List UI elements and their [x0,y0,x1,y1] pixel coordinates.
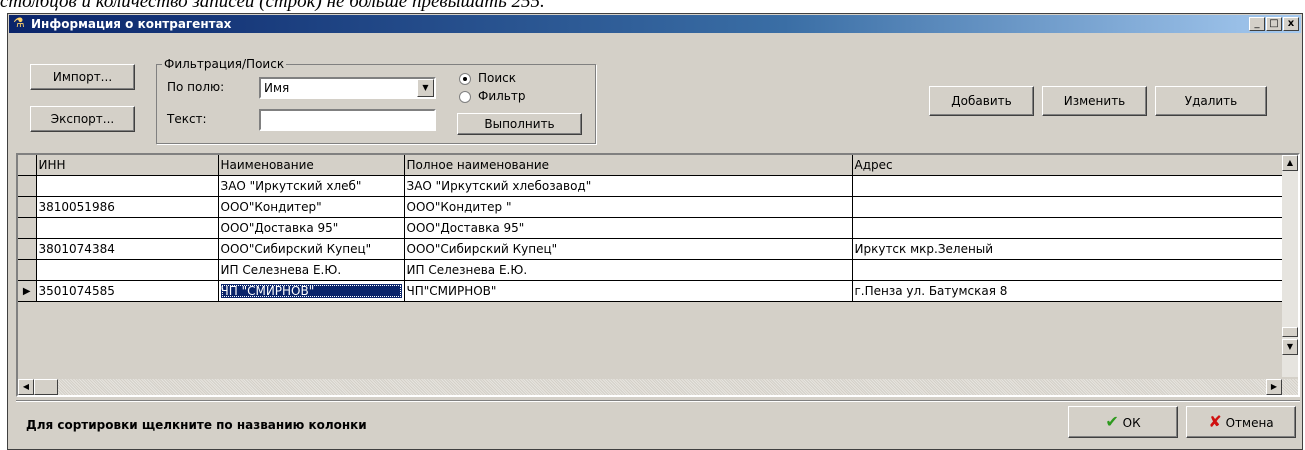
row-indicator[interactable] [18,175,37,197]
cell-address[interactable]: Иркутск мкр.Зеленый [852,238,1285,260]
execute-button[interactable]: Выполнить [457,113,582,135]
text-label: Текст: [167,112,207,126]
horizontal-scroll-thumb[interactable] [34,379,58,395]
export-button[interactable]: Экспорт... [30,106,135,132]
column-header-inn[interactable]: ИНН [36,155,219,176]
cell-full-name[interactable]: ООО"Сибирский Купец" [404,238,853,260]
scroll-up-icon[interactable]: ▲ [1282,155,1298,171]
table-row-current[interactable]: ▶ 3501074585 ЧП "СМИРНОВ" ЧП"СМИРНОВ" г.… [18,280,1285,302]
header-row: ИНН Наименование Полное наименование Адр… [18,155,1285,176]
cancel-label: Отмена [1225,416,1274,430]
cell-address[interactable] [852,196,1285,218]
filter-search-group: Фильтрация/Поиск По полю: Имя ▼ Текст: П… [156,56,596,144]
table-row[interactable]: 3810051986 ООО"Кондитер" ООО"Кондитер " [18,196,1285,218]
filter-mode-radio[interactable] [459,91,471,103]
filter-group-label: Фильтрация/Поиск [162,56,287,72]
cell-inn[interactable]: 3501074585 [36,280,219,302]
add-button[interactable]: Добавить [929,86,1034,116]
cell-inn[interactable] [36,217,219,239]
cell-name[interactable]: ООО"Сибирский Купец" [218,238,405,260]
cross-icon: ✘ [1208,412,1222,431]
cancel-button[interactable]: ✘ Отмена [1186,406,1296,438]
delete-button[interactable]: Удалить [1155,86,1267,116]
vertical-scrollbar[interactable]: ▲ ▼ [1282,155,1298,377]
cell-address[interactable] [852,259,1285,281]
cell-name[interactable]: ООО"Кондитер" [218,196,405,218]
radio-selected-dot [463,77,467,81]
scroll-right-icon[interactable]: ▶ [1266,379,1282,395]
row-indicator[interactable] [18,238,37,260]
cell-name[interactable]: ЗАО "Иркутский хлеб" [218,175,405,197]
row-indicator[interactable] [18,217,37,239]
close-button[interactable]: x [1283,17,1299,31]
search-text-input[interactable] [259,109,436,131]
table-row[interactable]: ООО"Доставка 95" ООО"Доставка 95" [18,217,1285,239]
cell-inn[interactable]: 3801074384 [36,238,219,260]
footer-divider [16,400,1300,401]
scroll-thumb[interactable] [1282,327,1298,337]
horizontal-scrollbar[interactable]: ◀ ▶ [18,379,1298,395]
checkmark-icon: ✔ [1105,412,1119,431]
contractors-grid[interactable]: ИНН Наименование Полное наименование Адр… [16,153,1300,397]
cell-full-name[interactable]: ИП Селезнева Е.Ю. [404,259,853,281]
cell-address[interactable] [852,175,1285,197]
cell-inn[interactable]: 3810051986 [36,196,219,218]
field-select[interactable]: Имя ▼ [259,77,436,99]
table-row[interactable]: ИП Селезнева Е.Ю. ИП Селезнева Е.Ю. [18,259,1285,281]
cell-name[interactable]: ООО"Доставка 95" [218,217,405,239]
sort-hint-text: Для сортировки щелкните по названию коло… [26,418,367,432]
window-title: Информация о контрагентах [31,17,232,31]
row-indicator[interactable] [18,196,37,218]
column-header-address[interactable]: Адрес [852,155,1285,176]
header-indicator [18,155,37,176]
cell-full-name[interactable]: ЧП"СМИРНОВ" [404,280,853,302]
grid-table: ИНН Наименование Полное наименование Адр… [18,155,1285,302]
cell-inn[interactable] [36,259,219,281]
selected-cell-text: ЧП "СМИРНОВ" [220,284,402,298]
maximize-button[interactable]: □ [1266,17,1282,31]
cell-full-name[interactable]: ООО"Кондитер " [404,196,853,218]
edit-button[interactable]: Изменить [1042,86,1147,116]
app-icon: ⚗ [13,16,25,31]
contractors-dialog: ⚗ Информация о контрагентах _ □ x Импорт… [7,13,1303,450]
cell-name[interactable]: ИП Селезнева Е.Ю. [218,259,405,281]
cell-full-name[interactable]: ООО"Доставка 95" [404,217,853,239]
minimize-button[interactable]: _ [1249,17,1265,31]
cell-full-name[interactable]: ЗАО "Иркутский хлебозавод" [404,175,853,197]
table-row[interactable]: 3801074384 ООО"Сибирский Купец" ООО"Сиби… [18,238,1285,260]
field-label: По полю: [167,80,225,94]
row-indicator[interactable] [18,259,37,281]
field-select-value: Имя [264,81,290,95]
cell-address[interactable] [852,217,1285,239]
cell-address[interactable]: г.Пенза ул. Батумская 8 [852,280,1285,302]
scroll-down-icon[interactable]: ▼ [1282,339,1298,355]
search-mode-radio[interactable] [459,73,471,85]
table-row[interactable]: ЗАО "Иркутский хлеб" ЗАО "Иркутский хлеб… [18,175,1285,197]
page-caption-text: столбцов и количество записей (строк) не… [0,0,545,12]
import-button[interactable]: Импорт... [30,64,135,90]
current-row-arrow-icon[interactable]: ▶ [18,280,37,302]
search-mode-label[interactable]: Поиск [478,70,516,86]
column-header-full-name[interactable]: Полное наименование [404,155,853,176]
chevron-down-icon[interactable]: ▼ [417,79,434,97]
filter-mode-label[interactable]: Фильтр [478,88,525,104]
cell-inn[interactable] [36,175,219,197]
column-header-name[interactable]: Наименование [218,155,405,176]
ok-button[interactable]: ✔ ОК [1068,406,1178,438]
ok-label: ОК [1122,416,1141,430]
cell-name-selected[interactable]: ЧП "СМИРНОВ" [218,280,405,302]
title-bar[interactable]: ⚗ Информация о контрагентах _ □ x [9,15,1301,33]
scroll-left-icon[interactable]: ◀ [18,379,34,395]
